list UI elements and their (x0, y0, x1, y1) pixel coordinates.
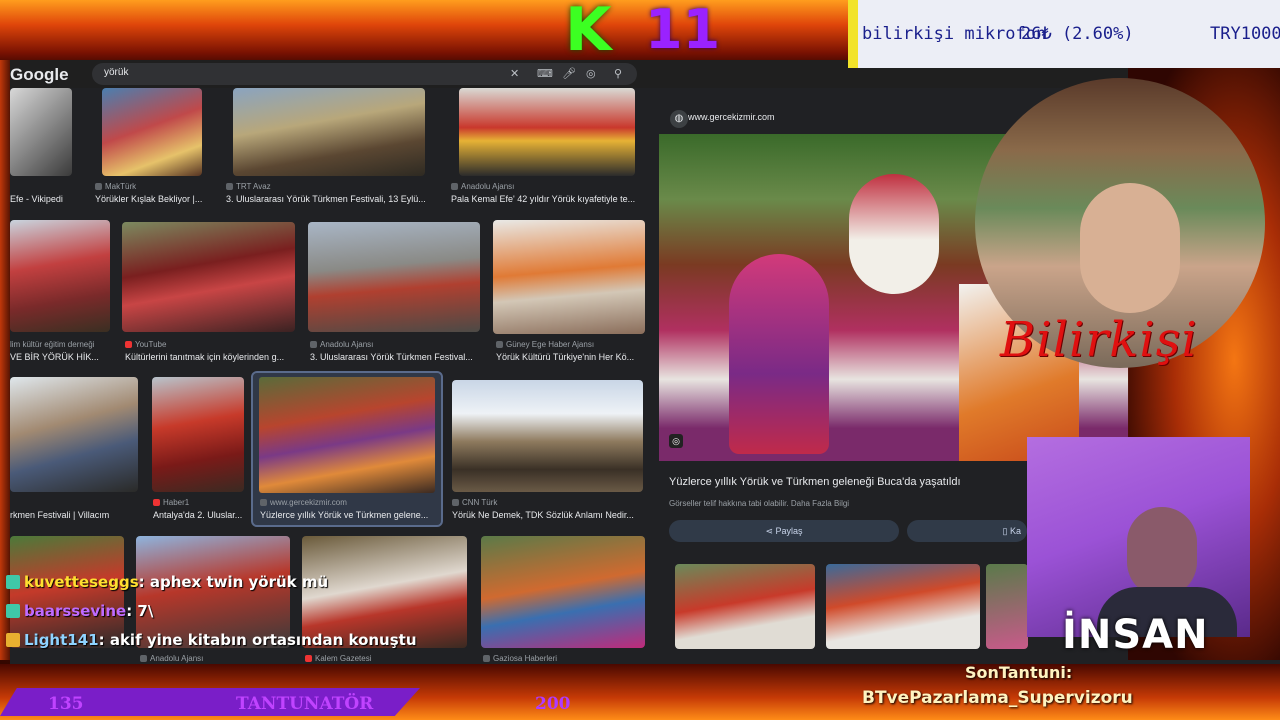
result-image[interactable] (308, 222, 480, 332)
bookmark-icon: ▯ (1002, 526, 1010, 536)
last-donor-name: BTvePazarlama_Supervizoru (862, 688, 1133, 708)
webcam-label: Bilirkişi (1000, 312, 1198, 368)
ticker-item-price: 26₺ (2.60%) (1021, 24, 1134, 44)
result-image[interactable] (493, 220, 645, 334)
result-caption[interactable]: Antalya'da 2. Uluslar... (153, 510, 245, 520)
share-button-label: Paylaş (775, 526, 803, 536)
result-image[interactable] (10, 88, 72, 176)
result-image[interactable] (452, 380, 643, 492)
result-image[interactable] (152, 377, 244, 492)
panel-copyright-note: Görseller telif hakkına tabi olabilir. D… (669, 499, 850, 508)
lens-icon[interactable]: ◎ (586, 67, 596, 80)
save-button[interactable]: ▯ Ka (907, 520, 1027, 542)
google-logo[interactable]: Google (10, 65, 69, 85)
result-source: Güney Ege Haber Ajansı (496, 340, 646, 349)
result-image[interactable] (259, 377, 435, 493)
chat-badge-icon (6, 604, 20, 618)
chat-text: : aphex twin yörük mü (138, 573, 329, 591)
related-image[interactable] (826, 564, 980, 649)
result-image[interactable] (10, 377, 138, 492)
result-caption[interactable]: VE BİR YÖRÜK HİK... (10, 352, 115, 362)
ticker-total: TRY1000 (1210, 24, 1280, 44)
chat-message: Light141: akif yine kitabın ortasından k… (6, 631, 417, 649)
result-caption[interactable]: Yörük Kültürü Türkiye'nin Her Kö... (496, 352, 644, 362)
goal-target: 200 (535, 694, 571, 714)
search-box[interactable]: yörük ✕ ⌨ 🎤︎ ◎ ⚲ (92, 63, 637, 85)
result-source: Gaziosa Haberleri (483, 654, 603, 663)
lens-icon[interactable]: ◎ (669, 434, 683, 448)
chat-text: : akif yine kitabın ortasından konuştu (98, 631, 417, 649)
chat-message: baarssevine: 7\ (6, 602, 153, 620)
result-image[interactable] (481, 536, 645, 648)
donation-ticker: bilirkişi mikrofon 26₺ (2.60%) TRY1000 (848, 0, 1280, 68)
goal-current: 135 (48, 694, 84, 714)
result-source: Kalem Gazetesi (305, 654, 425, 663)
result-caption[interactable]: 3. Uluslararası Yörük Türkmen Festival..… (310, 352, 482, 362)
related-image[interactable] (675, 564, 815, 649)
result-image[interactable] (459, 88, 635, 176)
k-number: 11 (645, 0, 721, 61)
last-donor-label: SonTantuni: (965, 663, 1073, 682)
result-image[interactable] (122, 222, 295, 332)
result-source: Anadolu Ajansı (140, 654, 260, 663)
panel-title[interactable]: Yüzlerce yıllık Yörük ve Türkmen geleneğ… (669, 476, 961, 488)
chat-message: kuvetteseggs: aphex twin yörük mü (6, 573, 328, 591)
result-caption[interactable]: Pala Kemal Efe' 42 yıldır Yörük kıyafeti… (451, 194, 643, 204)
result-source: Haber1 (153, 498, 248, 507)
goal-title: TANTUNATÖR (236, 694, 374, 714)
result-source: CNN Türk (452, 498, 632, 507)
result-image[interactable] (10, 220, 110, 332)
globe-icon: ◍ (670, 110, 688, 128)
result-source: Anadolu Ajansı (310, 340, 480, 349)
result-caption[interactable]: Yörükler Kışlak Bekliyor |... (95, 194, 215, 204)
mic-icon[interactable]: 🎤︎ (562, 67, 576, 80)
result-caption[interactable]: Yörük Ne Demek, TDK Sözlük Anlamı Nedir.… (452, 510, 642, 520)
result-caption[interactable]: Kültürlerini tanıtmak için köylerinden g… (125, 352, 295, 362)
chat-username[interactable]: Light141 (24, 631, 99, 649)
chat-username[interactable]: baarssevine (24, 602, 126, 620)
result-caption[interactable]: rkmen Festivali | Villacım (10, 510, 140, 520)
related-image[interactable] (986, 564, 1028, 649)
result-source: www.gercekizmir.com (260, 498, 430, 507)
chat-username[interactable]: kuvetteseggs (24, 573, 139, 591)
result-source: MakTürk (95, 182, 215, 191)
result-caption[interactable]: Efe - Vikipedi (10, 194, 90, 204)
chat-text: : 7\ (126, 602, 154, 620)
result-source: YouTube (125, 340, 295, 349)
keyboard-icon[interactable]: ⌨ (537, 67, 553, 80)
result-source: TRT Avaz (226, 182, 426, 191)
webcam-bottom-label: İNSAN (1062, 612, 1209, 658)
share-icon: ⋖ (765, 526, 776, 536)
chat-badge-icon (6, 633, 20, 647)
result-image[interactable] (233, 88, 425, 176)
close-icon[interactable]: ✕ (510, 67, 519, 80)
search-icon[interactable]: ⚲ (614, 67, 622, 80)
panel-source-site[interactable]: www.gercekizmir.com (688, 112, 775, 122)
ticker-item-name: bilirkişi mikrofon (862, 24, 1047, 44)
share-button[interactable]: ⋖ Paylaş (669, 520, 899, 542)
k-logo: K (565, 0, 612, 65)
result-caption[interactable]: Yüzlerce yıllık Yörük ve Türkmen gelene.… (260, 510, 436, 520)
result-source: Anadolu Ajansı (451, 182, 641, 191)
save-button-label: Ka (1009, 526, 1021, 536)
webcam-bottom (1027, 437, 1250, 637)
chat-badge-icon (6, 575, 20, 589)
result-source: lim kültür eğitim derneği (10, 340, 95, 349)
result-image[interactable] (102, 88, 202, 176)
result-caption[interactable]: 3. Uluslararası Yörük Türkmen Festivali,… (226, 194, 438, 204)
search-input[interactable]: yörük (104, 67, 128, 78)
